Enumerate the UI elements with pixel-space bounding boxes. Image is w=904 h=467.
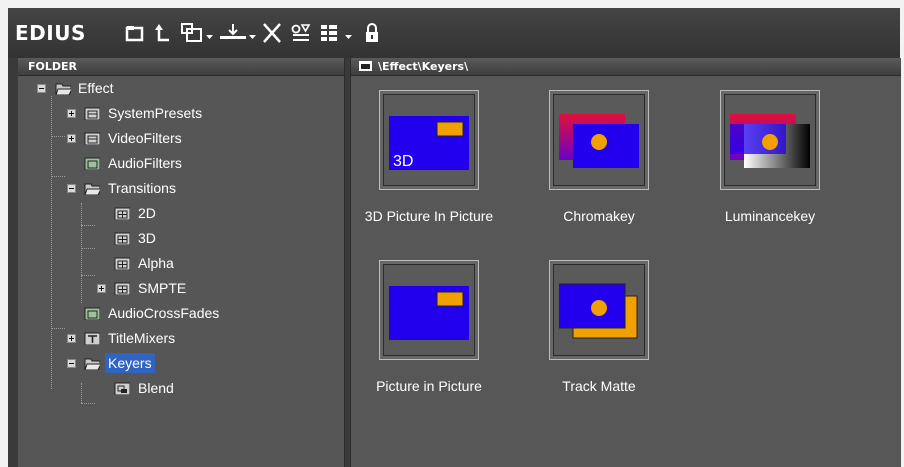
transition-folder-icon — [114, 257, 130, 270]
folder-icon — [359, 61, 372, 71]
properties-icon[interactable] — [290, 20, 312, 46]
effect-tile-luminancekey[interactable] — [720, 90, 820, 190]
open-folder-icon — [84, 183, 100, 195]
thumb-text: 3D — [393, 153, 413, 170]
effect-label: 3D Picture In Picture — [364, 208, 494, 224]
collapse-toggle-icon[interactable] — [37, 84, 46, 93]
folder-panel: FOLDER Effect SystemPresets VideoFilters… — [18, 58, 345, 467]
tree-item-2d[interactable]: 2D — [18, 203, 248, 223]
audio-folder-icon — [84, 307, 100, 320]
view-mode-dropdown-icon[interactable] — [318, 20, 358, 46]
effect-tile-3d-pip[interactable]: 3D — [379, 90, 479, 190]
path-text: \Effect\Keyers\ — [378, 60, 469, 73]
tree-item-keyers[interactable]: Keyers — [18, 353, 248, 373]
tree-item-smpte[interactable]: SMPTE — [18, 278, 248, 298]
effect-label: Picture in Picture — [376, 378, 482, 394]
luminancekey-thumbnail-icon — [730, 114, 810, 168]
pip-thumbnail-icon — [389, 286, 469, 340]
collapse-toggle-icon[interactable] — [67, 359, 76, 368]
lock-icon[interactable] — [363, 20, 381, 46]
tree-item-videofilters[interactable]: VideoFilters — [18, 128, 248, 148]
effect-label: Luminancekey — [724, 208, 816, 224]
effect-label: Chromakey — [563, 208, 635, 224]
track-matte-thumbnail-icon — [559, 283, 638, 339]
keyer-folder-icon — [114, 382, 130, 395]
copy-dropdown-icon[interactable] — [178, 20, 216, 46]
title-folder-icon — [84, 332, 100, 345]
tree-item-systempresets[interactable]: SystemPresets — [18, 103, 248, 123]
video-folder-icon — [84, 107, 100, 120]
path-bar: \Effect\Keyers\ — [351, 58, 901, 76]
expand-toggle-icon[interactable] — [67, 334, 76, 343]
open-folder-icon — [55, 83, 71, 95]
folder-panel-header: FOLDER — [18, 58, 344, 76]
expand-toggle-icon[interactable] — [67, 109, 76, 118]
video-folder-icon — [84, 132, 100, 145]
tree-item-transitions[interactable]: Transitions — [18, 178, 248, 198]
tree-connector — [81, 225, 95, 226]
selected-label: Keyers — [105, 353, 155, 373]
delete-icon[interactable] — [261, 20, 283, 46]
app-brand: EDIUS — [15, 21, 86, 45]
toolbar: EDIUS — [8, 8, 900, 58]
transition-folder-icon — [114, 232, 130, 245]
expand-toggle-icon[interactable] — [97, 284, 106, 293]
tree-connector — [51, 176, 65, 177]
chromakey-thumbnail-icon — [559, 114, 639, 168]
effect-tile-chromakey[interactable] — [549, 90, 649, 190]
expand-toggle-icon[interactable] — [67, 134, 76, 143]
tree-item-alpha[interactable]: Alpha — [18, 253, 248, 273]
tree-item-titlemixers[interactable]: TitleMixers — [18, 328, 248, 348]
transition-folder-icon — [114, 282, 130, 295]
tree-item-blend[interactable]: Blend — [18, 378, 248, 398]
tree-item-effect[interactable]: Effect — [18, 78, 218, 98]
up-folder-icon[interactable] — [153, 20, 173, 46]
transition-folder-icon — [114, 207, 130, 220]
tree-connector — [81, 275, 95, 276]
tree-connector — [81, 248, 95, 249]
new-folder-icon[interactable] — [125, 20, 145, 46]
tree-item-audiocrossfades[interactable]: AudioCrossFades — [18, 303, 278, 323]
effect-label: Track Matte — [562, 378, 636, 394]
effect-tile-pip[interactable] — [379, 260, 479, 360]
content-panel: \Effect\Keyers\ 3D 3D Picture In Picture… — [350, 58, 901, 467]
tree-item-3d[interactable]: 3D — [18, 228, 248, 248]
audio-folder-icon — [84, 157, 100, 170]
tree-connector — [81, 403, 95, 404]
open-folder-icon — [84, 358, 100, 370]
3d-pip-thumbnail-icon: 3D — [389, 116, 469, 170]
tree-item-audiofilters[interactable]: AudioFilters — [18, 153, 248, 173]
effect-tile-track-matte[interactable] — [549, 260, 649, 360]
folder-tree: Effect SystemPresets VideoFilters AudioF… — [18, 78, 344, 467]
import-dropdown-icon[interactable] — [218, 20, 258, 46]
collapse-toggle-icon[interactable] — [67, 184, 76, 193]
edius-window: EDIUS FOLDER Effect SystemPresets VideoF… — [8, 8, 901, 467]
